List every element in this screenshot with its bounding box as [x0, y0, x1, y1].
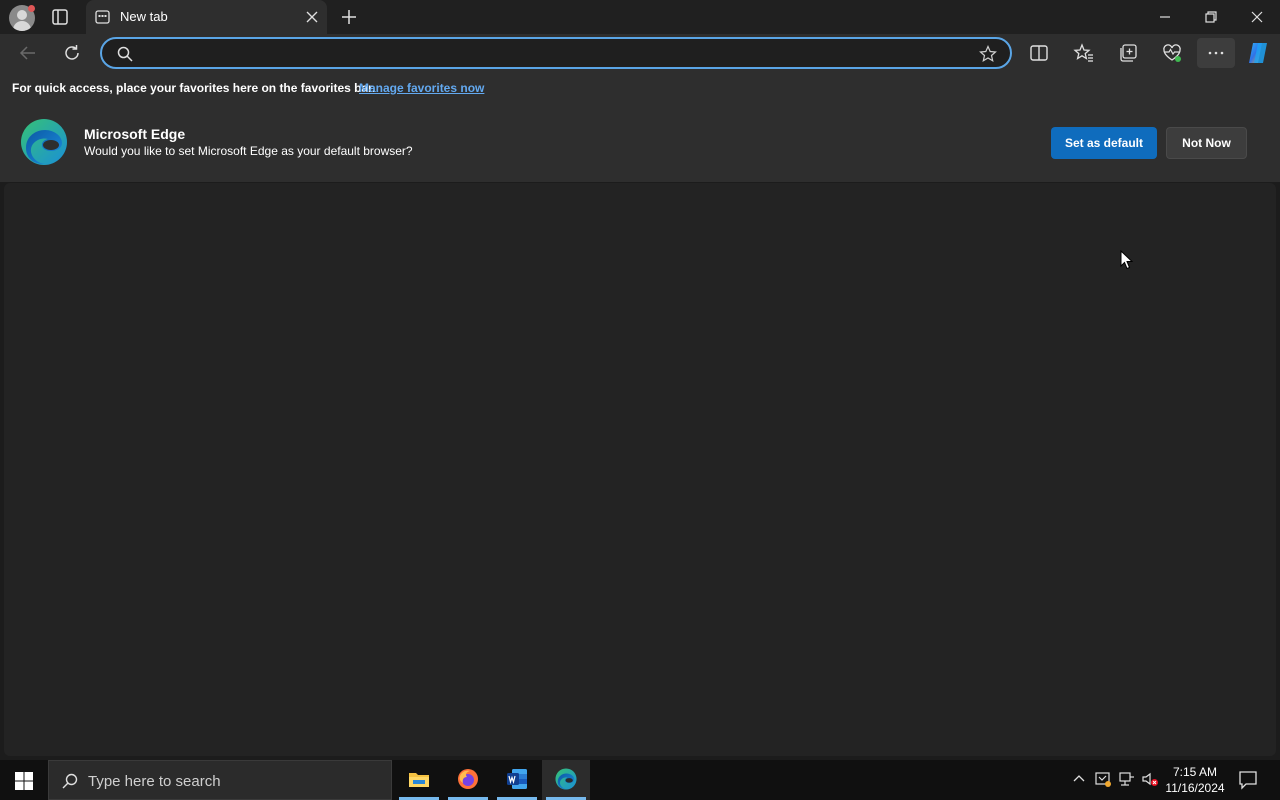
- new-tab-favicon-icon: [95, 10, 110, 24]
- show-hidden-icons-chevron-icon[interactable]: [1070, 770, 1088, 788]
- taskbar-app-file-explorer[interactable]: [395, 760, 443, 800]
- clock-time: 7:15 AM: [1172, 765, 1218, 779]
- browser-essentials-icon[interactable]: [1161, 42, 1183, 64]
- file-explorer-icon: [409, 773, 429, 787]
- more-dots-icon: [1208, 51, 1224, 55]
- tab-actions-icon[interactable]: [48, 5, 72, 29]
- notification-center-icon[interactable]: [1238, 770, 1258, 790]
- copilot-icon[interactable]: [1245, 40, 1271, 66]
- settings-more-button[interactable]: [1197, 38, 1235, 68]
- minimize-icon[interactable]: [1156, 8, 1174, 26]
- taskbar-app-edge[interactable]: [542, 760, 590, 800]
- set-as-default-button[interactable]: Set as default: [1051, 127, 1157, 159]
- address-input[interactable]: [146, 43, 966, 63]
- firefox-icon: [458, 769, 478, 789]
- title-bar: New tab: [0, 0, 1280, 34]
- favorites-icon[interactable]: [1073, 42, 1095, 64]
- collections-icon[interactable]: [1117, 42, 1139, 64]
- taskbar-search-icon: [62, 773, 78, 789]
- edge-logo-icon: [21, 119, 67, 165]
- address-bar[interactable]: [100, 37, 1012, 69]
- taskbar: Type here to search 7:15 AM 11/16/2024: [0, 760, 1280, 800]
- tab-new-tab[interactable]: New tab: [86, 0, 327, 34]
- windows-start-icon[interactable]: [14, 771, 34, 791]
- network-icon[interactable]: [1118, 770, 1136, 788]
- close-tab-icon[interactable]: [305, 10, 319, 24]
- navigation-toolbar: [0, 34, 1280, 72]
- clock-date: 11/16/2024: [1165, 781, 1225, 795]
- banner-title: Microsoft Edge: [84, 126, 186, 142]
- restore-icon[interactable]: [1202, 8, 1220, 26]
- edge-icon: [555, 768, 577, 790]
- favorites-bar: For quick access, place your favorites h…: [0, 72, 1280, 102]
- split-screen-icon[interactable]: [1028, 42, 1050, 64]
- taskbar-search-box[interactable]: Type here to search: [48, 760, 392, 800]
- profile-status-dot: [28, 5, 35, 12]
- system-clock[interactable]: 7:15 AM 11/16/2024: [1160, 764, 1230, 796]
- volume-muted-icon[interactable]: [1141, 770, 1159, 788]
- manage-favorites-link[interactable]: Manage favorites now: [359, 81, 484, 95]
- search-icon: [117, 46, 133, 62]
- taskbar-search-placeholder: Type here to search: [88, 773, 221, 790]
- favorite-star-icon[interactable]: [978, 44, 998, 64]
- tab-title: New tab: [120, 9, 168, 24]
- taskbar-app-firefox[interactable]: [444, 760, 492, 800]
- not-now-button[interactable]: Not Now: [1166, 127, 1247, 159]
- page-content: [4, 183, 1276, 756]
- refresh-icon[interactable]: [61, 42, 83, 64]
- close-window-icon[interactable]: [1248, 8, 1266, 26]
- security-tray-icon[interactable]: [1094, 770, 1112, 788]
- taskbar-app-word[interactable]: [493, 760, 541, 800]
- banner-description: Would you like to set Microsoft Edge as …: [84, 144, 413, 158]
- mouse-cursor-icon: [1120, 250, 1134, 270]
- default-browser-banner: Microsoft Edge Would you like to set Mic…: [0, 102, 1280, 182]
- favorites-bar-message: For quick access, place your favorites h…: [12, 81, 376, 95]
- new-tab-plus-icon[interactable]: [338, 6, 360, 28]
- back-arrow-icon[interactable]: [17, 42, 39, 64]
- word-icon: [507, 769, 527, 789]
